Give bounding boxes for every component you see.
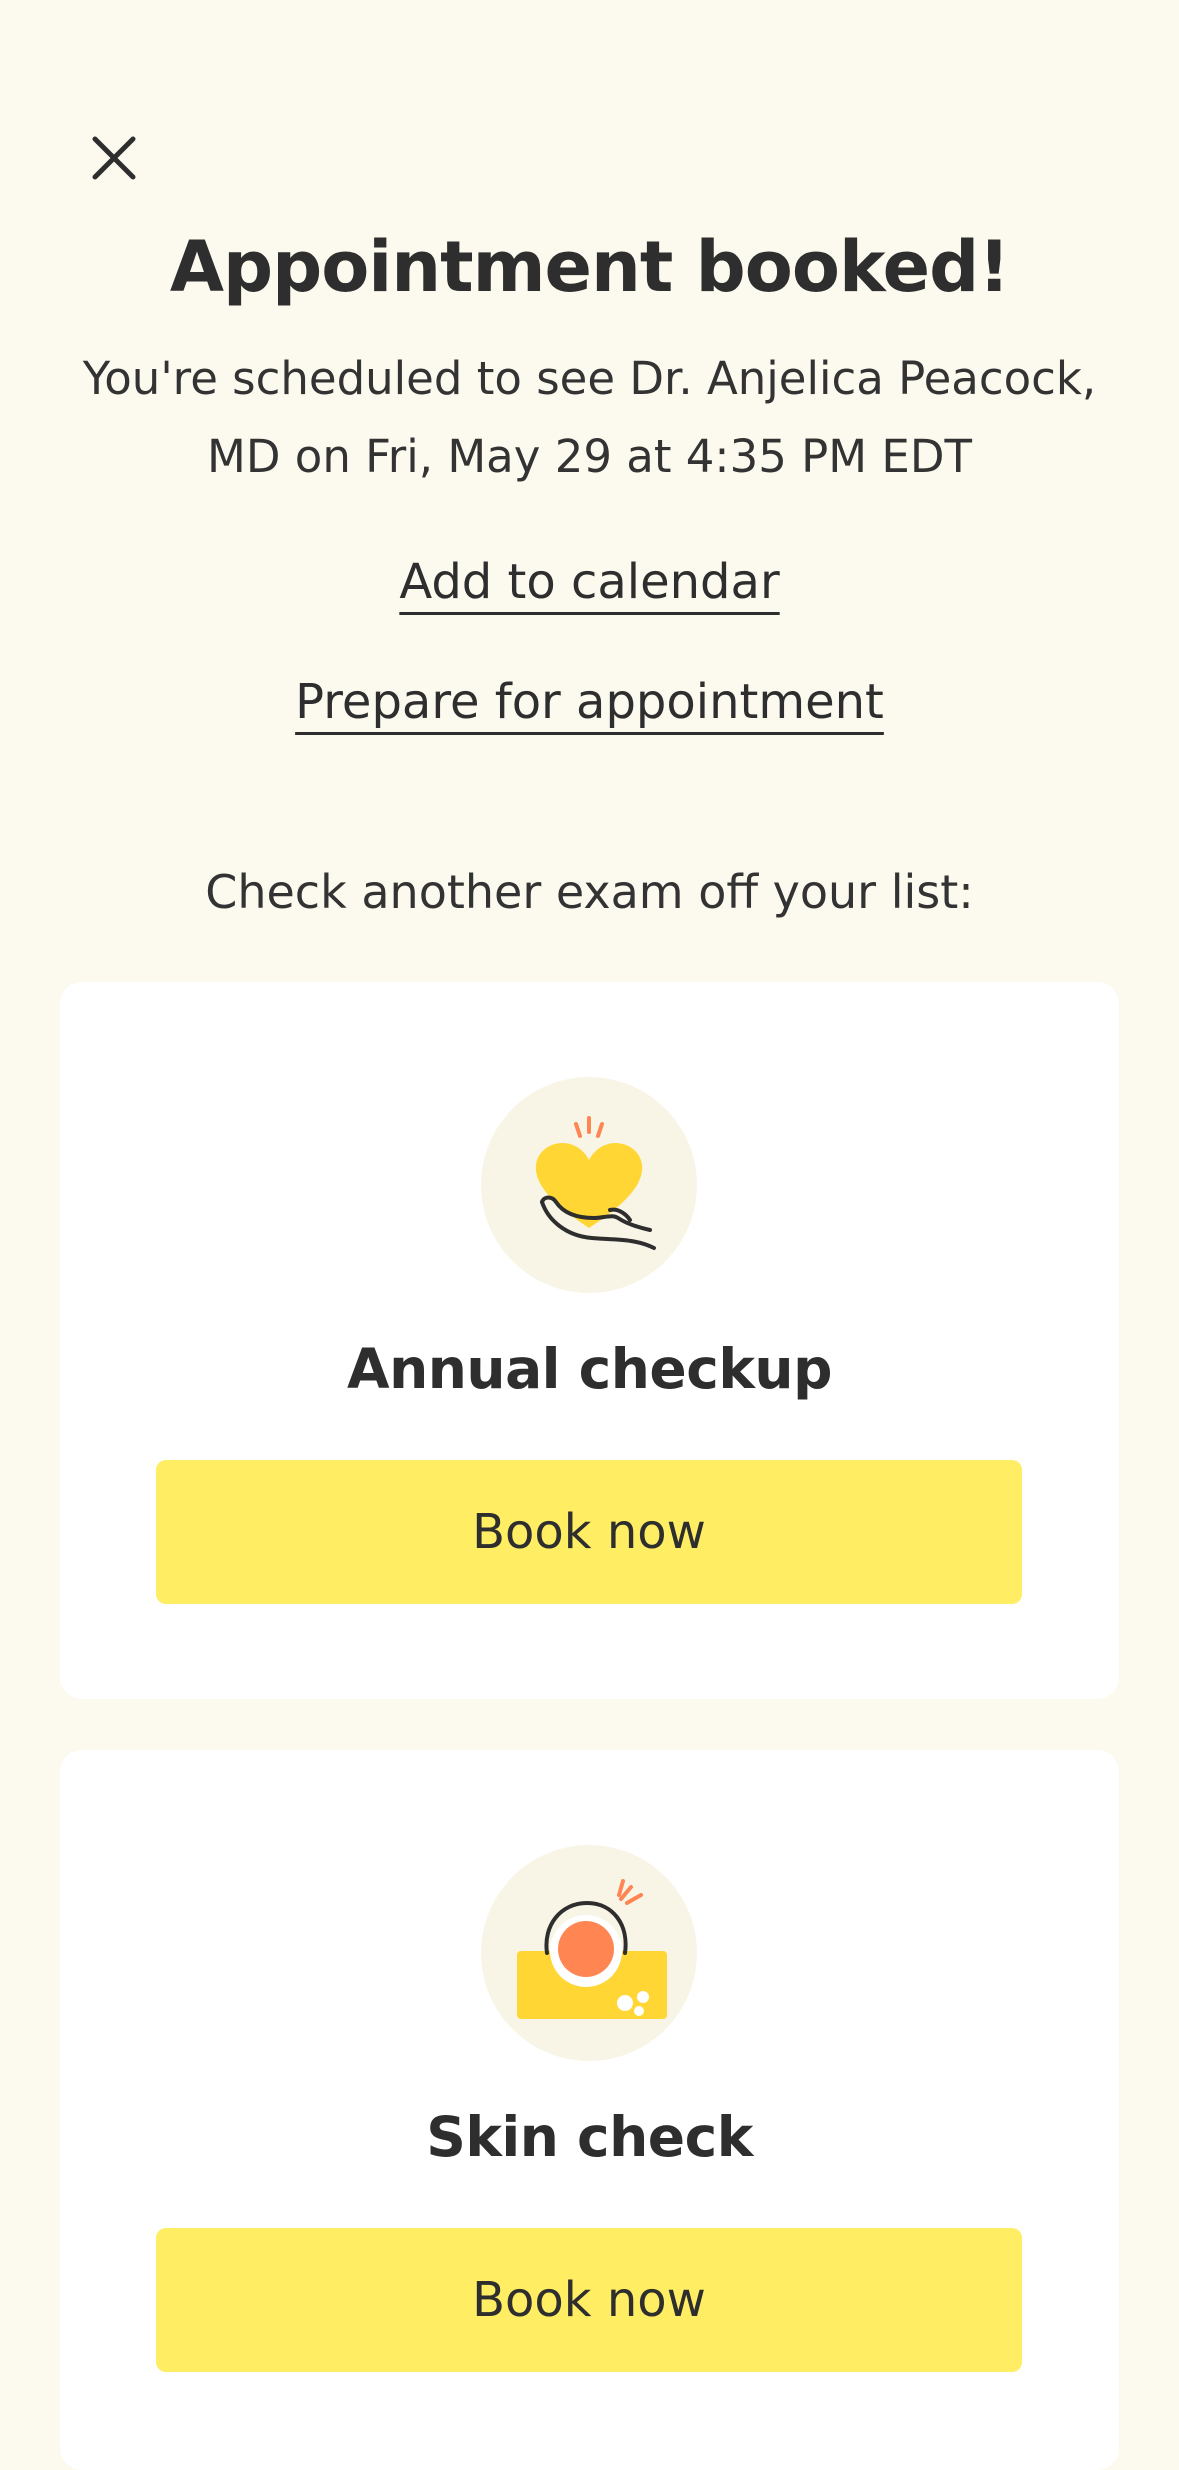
close-icon xyxy=(92,136,136,180)
prepare-appointment-row: Prepare for appointment xyxy=(0,670,1179,734)
add-to-calendar-row: Add to calendar xyxy=(0,550,1179,614)
heart-in-hand-icon xyxy=(535,1116,656,1250)
appointment-summary: You're scheduled to see Dr. Anjelica Pea… xyxy=(82,352,1097,483)
skin-check-icon xyxy=(517,1879,667,2019)
book-now-button[interactable]: Book now xyxy=(156,1460,1022,1604)
exam-card-skin-check: Skin check Book now xyxy=(60,1750,1119,2470)
exam-card-annual-checkup: Annual checkup Book now xyxy=(60,982,1119,1699)
section-heading: Check another exam off your list: xyxy=(205,865,974,919)
card-title: Annual checkup xyxy=(347,1337,832,1401)
close-button[interactable] xyxy=(80,124,148,192)
prepare-appointment-link[interactable]: Prepare for appointment xyxy=(295,674,884,730)
page-title: Appointment booked! xyxy=(169,226,1010,308)
icon-circle xyxy=(481,1845,697,2061)
card-title: Skin check xyxy=(426,2105,753,2169)
add-to-calendar-link[interactable]: Add to calendar xyxy=(399,554,779,610)
icon-circle xyxy=(481,1077,697,1293)
book-now-button[interactable]: Book now xyxy=(156,2228,1022,2372)
